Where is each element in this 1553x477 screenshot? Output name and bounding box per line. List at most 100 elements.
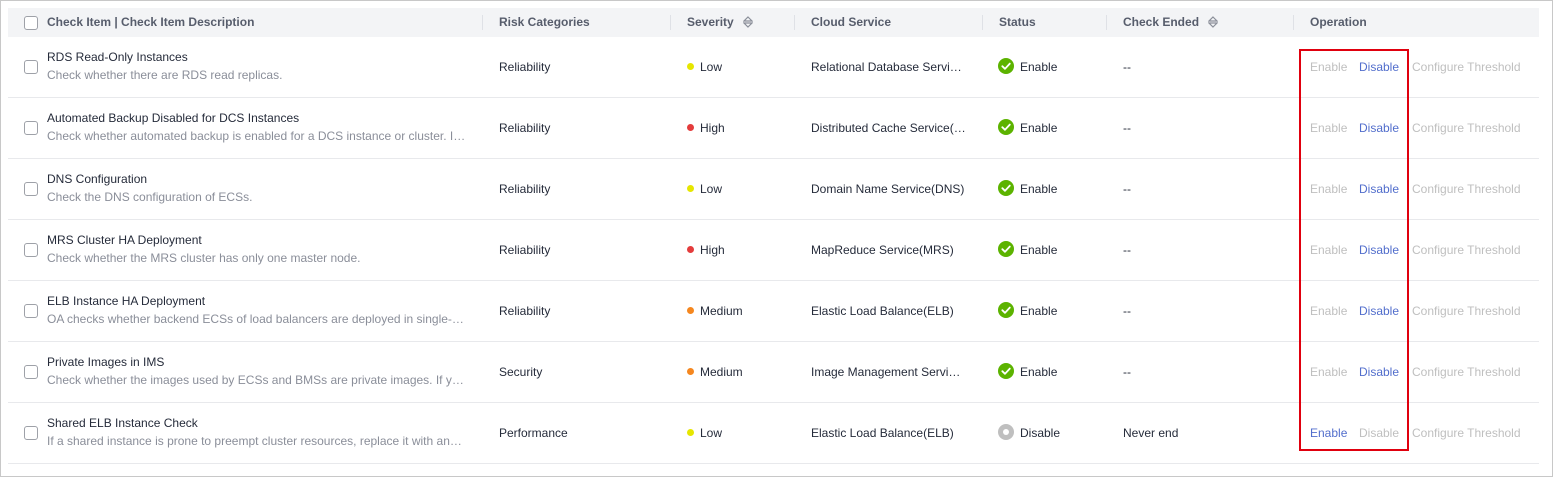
configure-threshold-link[interactable]: Configure Threshold bbox=[1412, 98, 1521, 158]
header-check-item: Check Item | Check Item Description bbox=[47, 15, 255, 29]
cloud-service: Relational Database Servi… bbox=[811, 60, 962, 74]
sort-icon[interactable] bbox=[1208, 15, 1219, 28]
status-label: Enable bbox=[1020, 304, 1058, 318]
severity-dot-icon bbox=[687, 124, 694, 132]
header-divider bbox=[670, 15, 671, 30]
check-item-title: Shared ELB Instance Check bbox=[47, 416, 198, 430]
header-severity[interactable]: Severity bbox=[687, 8, 754, 37]
table-row: Automated Backup Disabled for DCS Instan… bbox=[8, 98, 1539, 159]
check-item-description: Check the DNS configuration of ECSs. bbox=[47, 190, 253, 204]
disable-link[interactable]: Disable bbox=[1359, 281, 1399, 341]
disable-link[interactable]: Disable bbox=[1359, 37, 1399, 97]
check-item-description: Check whether the MRS cluster has only o… bbox=[47, 251, 361, 265]
status: Enable bbox=[998, 37, 1057, 97]
table-header: Check Item | Check Item Description Risk… bbox=[8, 8, 1539, 37]
table-row: DNS Configuration Check the DNS configur… bbox=[8, 159, 1539, 220]
row-checkbox[interactable] bbox=[24, 426, 38, 440]
disable-link[interactable]: Disable bbox=[1359, 403, 1399, 463]
enable-link[interactable]: Enable bbox=[1310, 281, 1347, 341]
table-row: Shared ELB Instance Check If a shared in… bbox=[8, 403, 1539, 464]
configure-threshold-link[interactable]: Configure Threshold bbox=[1412, 37, 1521, 97]
severity-dot-icon bbox=[687, 185, 694, 193]
header-divider bbox=[794, 15, 795, 30]
header-divider bbox=[1293, 15, 1294, 30]
check-item-title: DNS Configuration bbox=[47, 172, 148, 186]
disabled-circle-icon bbox=[998, 424, 1014, 441]
severity-label: Low bbox=[700, 60, 723, 74]
row-checkbox[interactable] bbox=[24, 243, 38, 257]
row-checkbox[interactable] bbox=[24, 365, 38, 379]
disable-link[interactable]: Disable bbox=[1359, 159, 1399, 219]
enable-link[interactable]: Enable bbox=[1310, 37, 1347, 97]
header-divider bbox=[982, 15, 983, 30]
status: Enable bbox=[998, 342, 1057, 402]
configure-threshold-link[interactable]: Configure Threshold bbox=[1412, 281, 1521, 341]
disable-link[interactable]: Disable bbox=[1359, 342, 1399, 402]
check-item-title: Private Images in IMS bbox=[47, 355, 165, 369]
check-circle-icon bbox=[998, 119, 1014, 136]
row-checkbox[interactable] bbox=[24, 60, 38, 74]
cloud-service: Elastic Load Balance(ELB) bbox=[811, 426, 954, 440]
enable-link[interactable]: Enable bbox=[1310, 342, 1347, 402]
check-ended: -- bbox=[1123, 60, 1131, 74]
severity-label: High bbox=[700, 121, 725, 135]
header-cloud-service: Cloud Service bbox=[811, 15, 892, 29]
sort-icon[interactable] bbox=[743, 15, 754, 28]
status: Enable bbox=[998, 220, 1057, 280]
status-label: Enable bbox=[1020, 60, 1058, 74]
header-divider bbox=[482, 15, 483, 30]
severity-label: Medium bbox=[700, 365, 743, 379]
severity: Low bbox=[687, 403, 722, 463]
risk-category: Reliability bbox=[499, 60, 551, 74]
status: Enable bbox=[998, 159, 1057, 219]
status: Enable bbox=[998, 98, 1057, 158]
severity: Low bbox=[687, 159, 722, 219]
cloud-service: Distributed Cache Service(… bbox=[811, 121, 966, 135]
risk-category: Reliability bbox=[499, 182, 551, 196]
enable-link[interactable]: Enable bbox=[1310, 403, 1347, 463]
row-checkbox[interactable] bbox=[24, 121, 38, 135]
severity-label: Low bbox=[700, 182, 723, 196]
check-item-description: OA checks whether backend ECSs of load b… bbox=[47, 312, 464, 326]
check-items-table: Check Item | Check Item Description Risk… bbox=[8, 8, 1539, 464]
enable-link[interactable]: Enable bbox=[1310, 159, 1347, 219]
severity: Medium bbox=[687, 281, 743, 341]
header-status: Status bbox=[999, 15, 1036, 29]
status-label: Enable bbox=[1020, 121, 1058, 135]
cloud-service: Image Management Servi… bbox=[811, 365, 961, 379]
severity: Medium bbox=[687, 342, 743, 402]
risk-category: Security bbox=[499, 365, 543, 379]
check-item-title: MRS Cluster HA Deployment bbox=[47, 233, 202, 247]
severity: High bbox=[687, 98, 725, 158]
table-body: RDS Read-Only Instances Check whether th… bbox=[8, 37, 1539, 464]
check-ended: Never end bbox=[1123, 426, 1179, 440]
header-operation: Operation bbox=[1310, 15, 1367, 29]
status: Disable bbox=[998, 403, 1060, 463]
check-item-description: Check whether automated backup is enable… bbox=[47, 129, 466, 143]
enable-link[interactable]: Enable bbox=[1310, 220, 1347, 280]
check-ended: -- bbox=[1123, 304, 1131, 318]
configure-threshold-link[interactable]: Configure Threshold bbox=[1412, 403, 1521, 463]
check-circle-icon bbox=[998, 363, 1014, 380]
row-checkbox[interactable] bbox=[24, 182, 38, 196]
select-all-checkbox[interactable] bbox=[24, 16, 38, 30]
status-label: Disable bbox=[1020, 426, 1061, 440]
configure-threshold-link[interactable]: Configure Threshold bbox=[1412, 342, 1521, 402]
header-check-ended[interactable]: Check Ended bbox=[1123, 8, 1219, 37]
risk-category: Reliability bbox=[499, 121, 551, 135]
disable-link[interactable]: Disable bbox=[1359, 220, 1399, 280]
disable-link[interactable]: Disable bbox=[1359, 98, 1399, 158]
configure-threshold-link[interactable]: Configure Threshold bbox=[1412, 220, 1521, 280]
enable-link[interactable]: Enable bbox=[1310, 98, 1347, 158]
severity-dot-icon bbox=[687, 246, 694, 254]
risk-category: Performance bbox=[499, 426, 568, 440]
risk-category: Reliability bbox=[499, 243, 551, 257]
check-ended: -- bbox=[1123, 365, 1131, 379]
check-item-description: If a shared instance is prone to preempt… bbox=[47, 434, 462, 448]
severity-dot-icon bbox=[687, 307, 694, 315]
check-circle-icon bbox=[998, 180, 1014, 197]
row-checkbox[interactable] bbox=[24, 304, 38, 318]
status-label: Enable bbox=[1020, 182, 1058, 196]
check-item-description: Check whether there are RDS read replica… bbox=[47, 68, 283, 82]
configure-threshold-link[interactable]: Configure Threshold bbox=[1412, 159, 1521, 219]
